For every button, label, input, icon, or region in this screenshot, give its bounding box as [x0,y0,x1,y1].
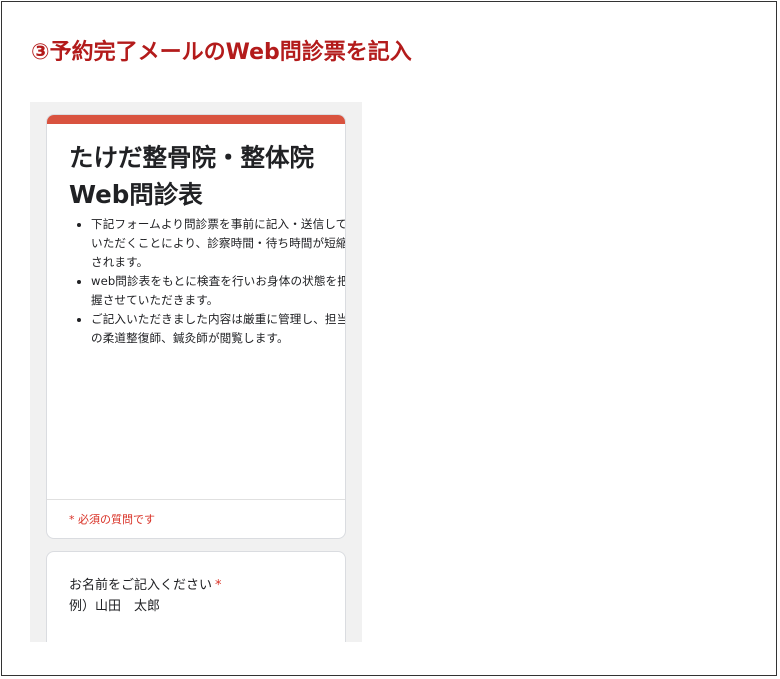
description-item: ご記入いただきました内容は厳重に管理し、担当の柔道整復師、鍼灸師が閲覧します。 [91,310,345,348]
phone-screen: たけだ整骨院・整体院 Web問診表 下記フォームより問診票を事前に記入・送信して… [30,102,362,642]
question-label-text: お名前をご記入ください [69,578,213,593]
required-star: * [215,578,222,593]
form-description-list: 下記フォームより問診票を事前に記入・送信していただくことにより、診察時間・待ち時… [69,215,345,348]
form-title: たけだ整骨院・整体院 Web問診表 [69,143,339,209]
form-accent-bar [47,115,345,124]
header-divider [47,499,345,500]
question-label: お名前をご記入ください * [69,574,222,593]
description-item: web問診表をもとに検査を行いお身体の状態を把握させていただきます。 [91,272,345,310]
question-card-name[interactable]: お名前をご記入ください * 例）山田 太郎 [46,551,346,642]
screenshot-frame: ③予約完了メールのWeb問診票を記入 たけだ整骨院・整体院 Web問診表 下記フ… [1,1,777,676]
question-hint: 例）山田 太郎 [69,599,161,614]
description-item: 下記フォームより問診票を事前に記入・送信していただくことにより、診察時間・待ち時… [91,215,345,272]
page-heading: ③予約完了メールのWeb問診票を記入 [31,40,412,65]
required-note: * 必須の質問です [69,513,155,526]
form-header-card: たけだ整骨院・整体院 Web問診表 下記フォームより問診票を事前に記入・送信して… [46,114,346,539]
